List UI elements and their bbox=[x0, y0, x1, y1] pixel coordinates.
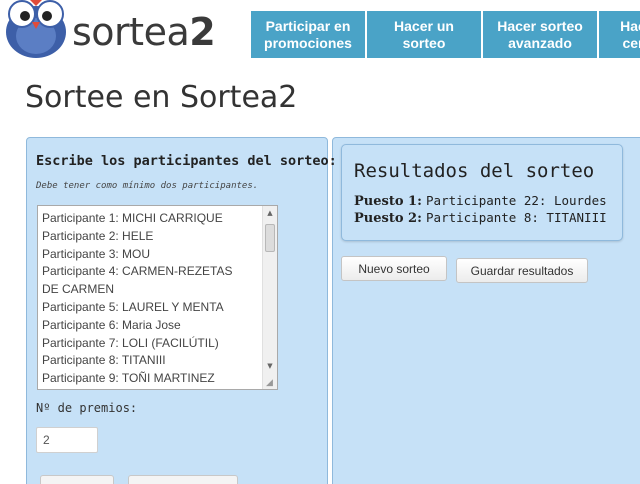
site-header: sortea2 Participar en promociones Hacer … bbox=[0, 0, 640, 58]
new-draw-button[interactable]: Nuevo sorteo bbox=[341, 256, 447, 281]
results-title: Resultados del sorteo bbox=[354, 160, 595, 182]
page-title: Sortee en Sortea2 bbox=[25, 80, 298, 115]
form-button-partial[interactable] bbox=[40, 475, 114, 484]
brand-wordmark: sortea2 bbox=[72, 10, 216, 54]
result-position-label: Puesto 1: bbox=[354, 194, 422, 209]
participants-list: Participante 1: MICHI CARRIQUE Participa… bbox=[42, 210, 264, 388]
participant-line: Participante 1: MICHI CARRIQUE bbox=[42, 211, 223, 225]
brand-suffix: 2 bbox=[189, 10, 216, 54]
result-winner: Participante 8: TITANIII bbox=[426, 210, 607, 225]
participant-line: Participante 5: LAUREL Y MENTA bbox=[42, 299, 224, 314]
participant-line: DE CARMEN bbox=[42, 282, 115, 297]
nav-hacer-sorteo-avanzado[interactable]: Hacer sorteo avanzado bbox=[483, 11, 599, 58]
scroll-down-arrow-icon[interactable]: ▼ bbox=[263, 359, 277, 373]
nav-participar-promociones[interactable]: Participar en promociones bbox=[251, 11, 367, 58]
brand-name: sortea bbox=[72, 10, 190, 54]
save-results-button[interactable]: Guardar resultados bbox=[456, 258, 588, 283]
participants-note: Debe tener como mínimo dos participantes… bbox=[36, 181, 259, 191]
participant-line: Participante 2: HELE bbox=[42, 228, 154, 243]
result-position-label: Puesto 2: bbox=[354, 211, 422, 226]
participants-textarea[interactable]: Participante 1: MICHI CARRIQUE Participa… bbox=[37, 205, 278, 390]
prizes-input-value: 2 bbox=[43, 433, 50, 447]
result-item: Puesto 2: Participante 8: TITANIII bbox=[354, 210, 607, 226]
prizes-input[interactable]: 2 bbox=[36, 427, 98, 453]
resize-grip-icon[interactable]: ◢ bbox=[266, 378, 276, 388]
result-item: Puesto 1: Participante 22: Lourdes bbox=[354, 193, 607, 209]
site-logo[interactable]: sortea2 bbox=[0, 0, 250, 58]
participant-line: Participante 3: MOU bbox=[42, 246, 151, 261]
participants-heading: Escribe los participantes del sorteo: bbox=[36, 153, 337, 169]
scroll-up-arrow-icon[interactable]: ▲ bbox=[263, 206, 277, 220]
result-winner: Participante 22: Lourdes bbox=[426, 193, 607, 208]
owl-mascot-icon bbox=[6, 0, 66, 58]
prizes-label: Nº de premios: bbox=[36, 401, 138, 415]
textarea-scrollbar[interactable]: ▲ ▼ bbox=[262, 206, 277, 389]
participant-line: Participante 9: TOÑI MARTINEZ bbox=[42, 371, 215, 386]
nav-item-truncated[interactable]: Hac cer bbox=[599, 11, 640, 58]
participant-line: Participante 6: Maria Jose bbox=[42, 317, 181, 332]
participant-line: Participante 4: CARMEN-REZETAS bbox=[42, 264, 233, 279]
main-nav: Participar en promociones Hacer un sorte… bbox=[251, 11, 640, 58]
nav-hacer-sorteo[interactable]: Hacer un sorteo bbox=[367, 11, 483, 58]
participant-line: Participante 8: TITANIII bbox=[42, 353, 166, 368]
form-button-partial[interactable] bbox=[128, 475, 238, 484]
participant-line: Participante 7: LOLI (FACILÚTIL) bbox=[42, 335, 219, 350]
scrollbar-thumb[interactable] bbox=[265, 224, 275, 252]
